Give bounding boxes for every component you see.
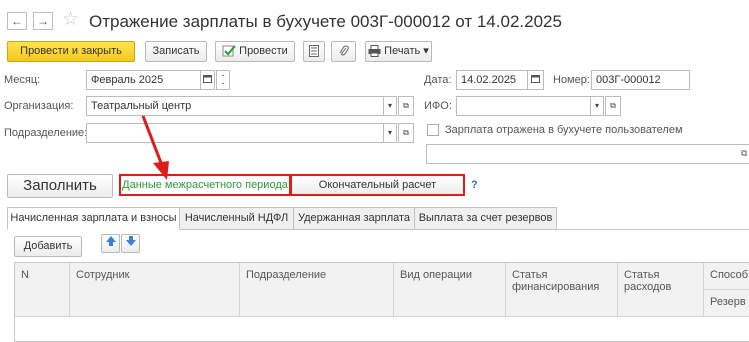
annotation-arrow [141,115,169,180]
